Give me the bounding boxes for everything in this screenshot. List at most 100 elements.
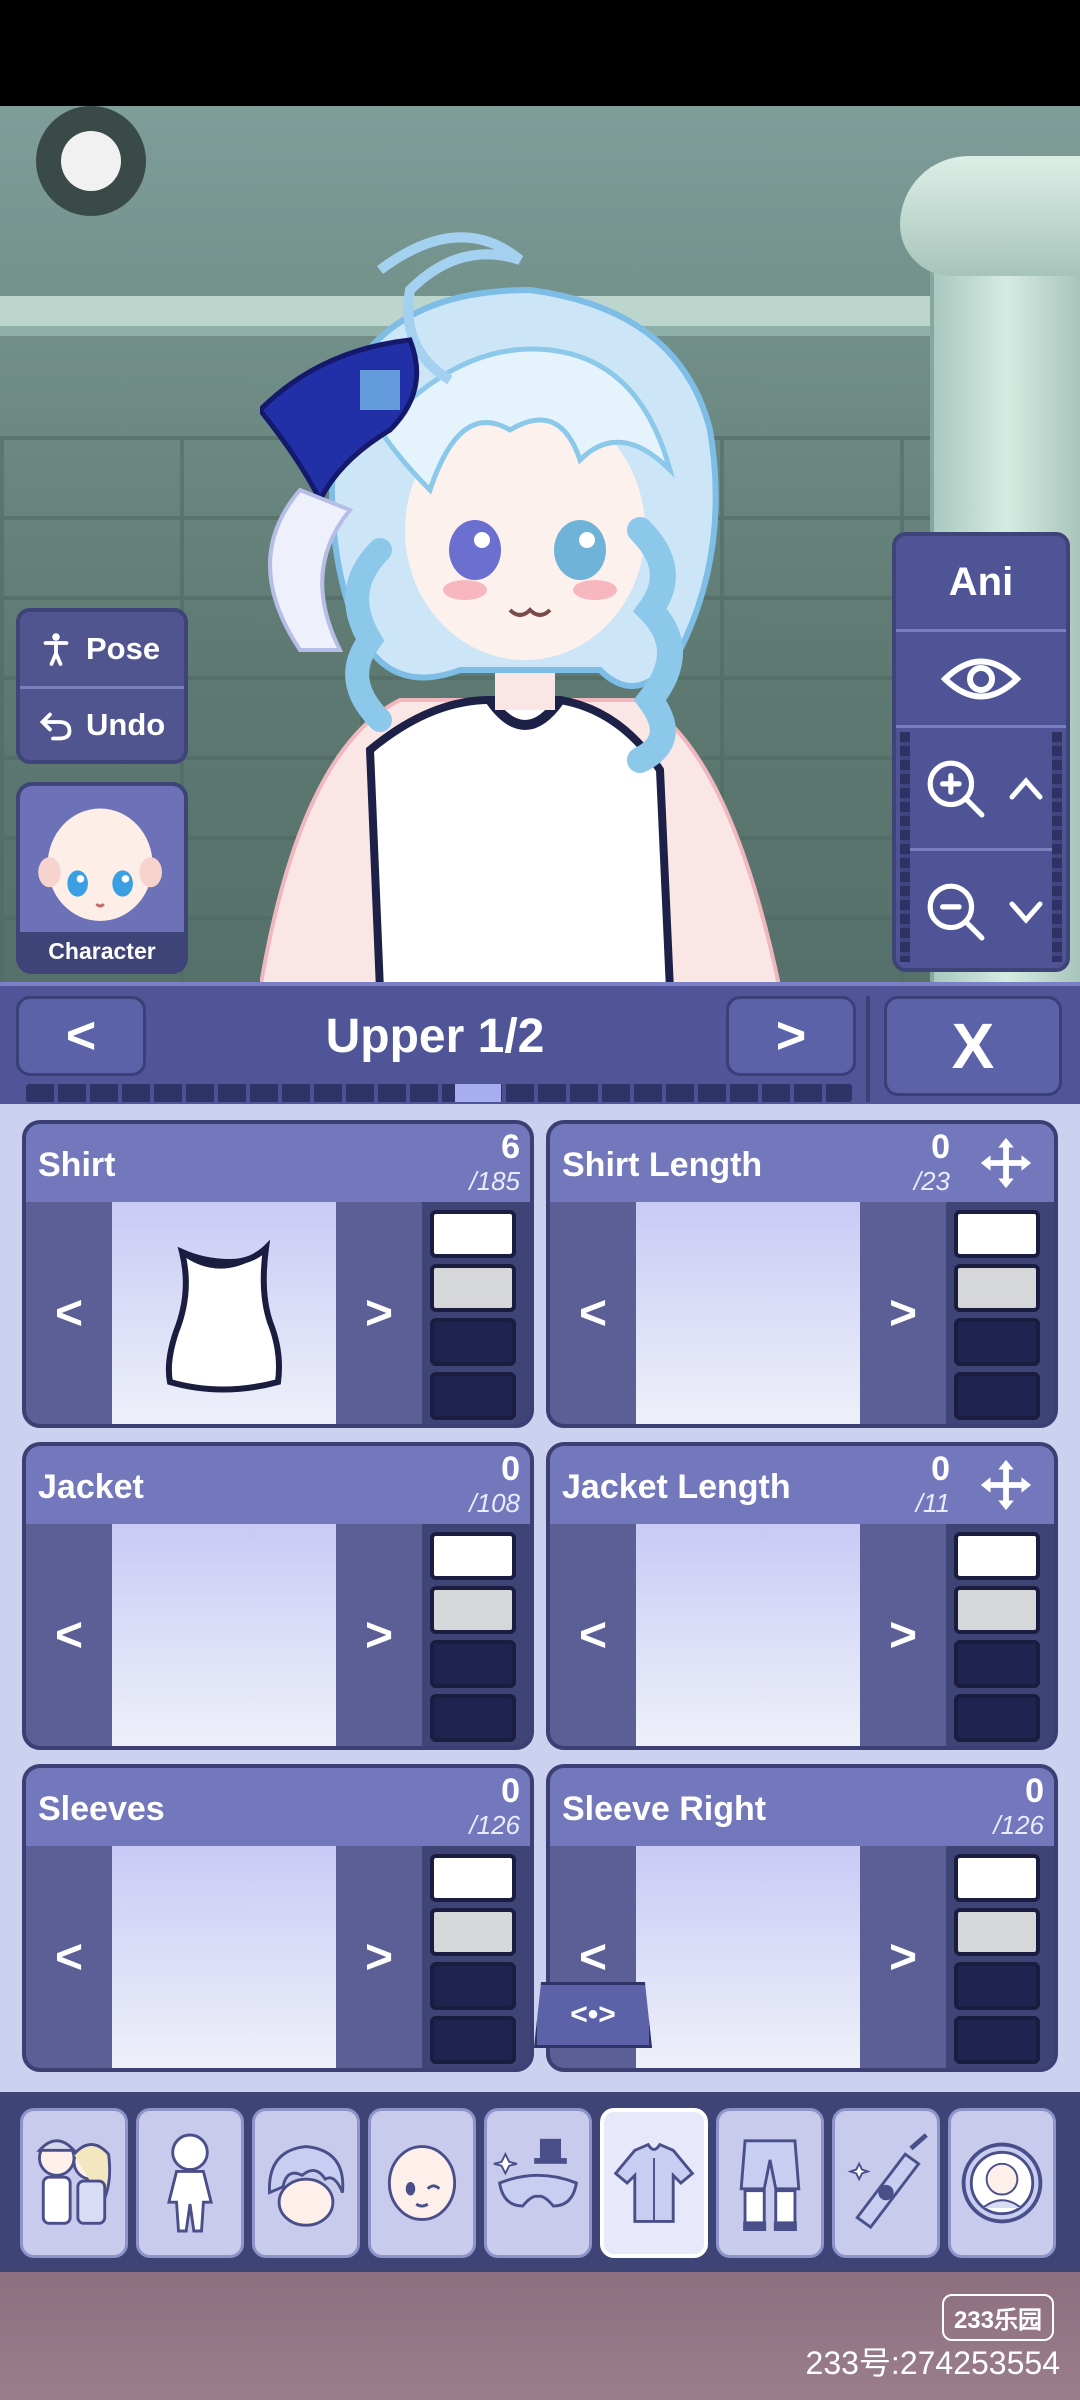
pose-undo-panel: Pose Undo (16, 608, 188, 764)
card-total: /108 (469, 1488, 520, 1518)
shirt-length-card: Shirt Length 0 /23 < > (546, 1120, 1058, 1428)
prev-page-button[interactable]: < (16, 996, 146, 1076)
tab-accessories[interactable] (484, 2108, 592, 2258)
items-icon (847, 2133, 928, 2230)
color-swatch[interactable] (430, 1640, 516, 1688)
color-swatch[interactable] (430, 1264, 516, 1312)
shirt-card: Shirt 6 /185 < > (22, 1120, 534, 1428)
next-item-button[interactable]: > (336, 1524, 422, 1746)
close-button[interactable]: X (884, 996, 1062, 1096)
color-swatch[interactable] (430, 1854, 516, 1902)
jacket-length-card: Jacket Length 0 /11 < > (546, 1442, 1058, 1750)
record-dot-icon (61, 131, 121, 191)
move-icon[interactable] (966, 1130, 1046, 1196)
watermark-logo: 233乐园 (941, 2294, 1054, 2341)
undo-label: Undo (86, 706, 166, 742)
color-swatch[interactable] (954, 1640, 1040, 1688)
camera-slider-left[interactable] (900, 732, 910, 962)
group-icon (36, 2139, 112, 2225)
undo-button[interactable]: Undo (20, 686, 184, 760)
undo-icon (39, 712, 72, 740)
zoom-out-icon[interactable] (924, 880, 986, 942)
toggle-visibility-button[interactable] (896, 632, 1066, 728)
camera-up-icon[interactable] (1006, 773, 1046, 803)
color-swatch[interactable] (430, 1962, 516, 2010)
color-swatch[interactable] (430, 1694, 516, 1742)
upper-clothes-icon (613, 2142, 695, 2223)
color-swatch[interactable] (430, 2016, 516, 2064)
next-item-button[interactable]: > (860, 1846, 946, 2068)
record-button[interactable] (36, 106, 146, 216)
body-icon (167, 2133, 213, 2233)
prev-item-button[interactable]: < (550, 1524, 636, 1746)
color-swatches (430, 1532, 522, 1742)
zoom-in-row (896, 728, 1066, 848)
prev-item-button[interactable]: < (550, 1202, 636, 1424)
color-swatch[interactable] (954, 1962, 1040, 2010)
character-preview[interactable] (260, 230, 820, 1010)
item-preview[interactable] (636, 1846, 860, 2068)
next-item-button[interactable]: > (860, 1202, 946, 1424)
color-swatch[interactable] (954, 1264, 1040, 1312)
move-icon[interactable] (966, 1452, 1046, 1518)
tab-lower-clothes[interactable] (716, 2108, 824, 2258)
item-preview[interactable] (112, 1524, 336, 1746)
next-item-button[interactable]: > (860, 1524, 946, 1746)
card-title: Shirt (38, 1146, 116, 1184)
page-title: Upper 1/2 (325, 1009, 545, 1063)
jacket-card: Jacket 0 /108 < > (22, 1442, 534, 1750)
next-page-button[interactable]: > (726, 996, 856, 1076)
color-swatch[interactable] (954, 1532, 1040, 1580)
profile-icon (961, 2142, 1043, 2224)
status-bar (0, 0, 1080, 106)
zoom-in-icon[interactable] (924, 757, 986, 819)
color-swatch[interactable] (430, 1318, 516, 1366)
color-swatch[interactable] (954, 2016, 1040, 2064)
tab-profile[interactable] (948, 2108, 1056, 2258)
hair-icon (268, 2145, 345, 2227)
next-item-button[interactable]: > (336, 1202, 422, 1424)
item-preview[interactable] (112, 1846, 336, 2068)
pose-button[interactable]: Pose (20, 612, 184, 686)
color-swatch[interactable] (430, 1586, 516, 1634)
color-swatches (954, 1854, 1046, 2064)
tab-hair[interactable] (252, 2108, 360, 2258)
character-button[interactable]: Character (16, 782, 188, 974)
expand-toggle-button[interactable]: <•> (534, 1982, 652, 2048)
card-title: Jacket Length (562, 1468, 791, 1506)
item-preview[interactable] (112, 1202, 336, 1424)
camera-slider-right[interactable] (1052, 732, 1062, 962)
color-swatch[interactable] (430, 1210, 516, 1258)
prev-item-button[interactable]: < (26, 1846, 112, 2068)
pose-icon (43, 633, 69, 666)
next-item-button[interactable]: > (336, 1846, 422, 2068)
tab-body[interactable] (136, 2108, 244, 2258)
pillar-cap (900, 156, 1080, 276)
prev-item-button[interactable]: < (26, 1524, 112, 1746)
tab-face[interactable] (368, 2108, 476, 2258)
tab-upper-clothes[interactable] (600, 2108, 708, 2258)
page-progress-thumb (455, 1084, 501, 1102)
color-swatch[interactable] (954, 1318, 1040, 1366)
color-swatch[interactable] (954, 1210, 1040, 1258)
header-divider (866, 996, 870, 1102)
color-swatch[interactable] (430, 1908, 516, 1956)
color-swatch[interactable] (954, 1908, 1040, 1956)
color-swatch[interactable] (954, 1372, 1040, 1420)
card-total: /126 (993, 1810, 1044, 1840)
tab-presets[interactable] (20, 2108, 128, 2258)
color-swatch[interactable] (954, 1854, 1040, 1902)
card-count: 0 (501, 1772, 520, 1810)
color-swatch[interactable] (954, 1586, 1040, 1634)
color-swatch[interactable] (430, 1372, 516, 1420)
prev-item-button[interactable]: < (26, 1202, 112, 1424)
item-preview[interactable] (636, 1524, 860, 1746)
tab-items[interactable] (832, 2108, 940, 2258)
camera-down-icon[interactable] (1006, 896, 1046, 926)
animation-button[interactable]: Ani (896, 536, 1066, 632)
color-swatch[interactable] (430, 1532, 516, 1580)
color-swatch[interactable] (954, 1694, 1040, 1742)
card-count: 0 (501, 1450, 520, 1488)
category-tabbar (0, 2092, 1080, 2272)
item-preview[interactable] (636, 1202, 860, 1424)
